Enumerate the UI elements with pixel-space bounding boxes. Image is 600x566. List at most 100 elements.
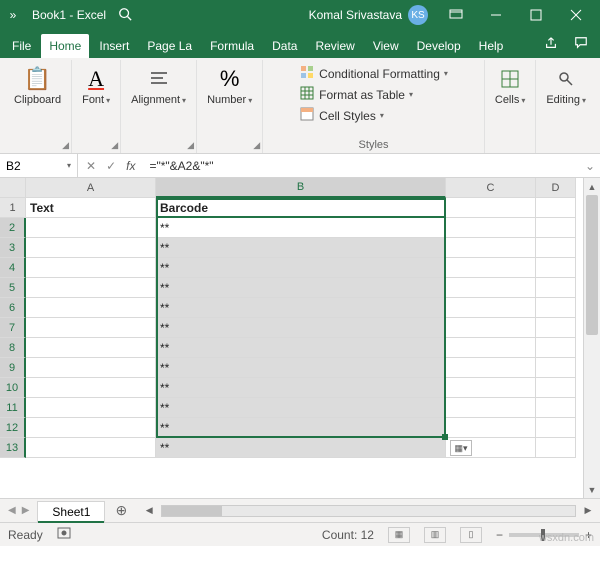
comments-icon[interactable] bbox=[566, 31, 596, 58]
row-header[interactable]: 10 bbox=[0, 378, 26, 398]
close-button[interactable] bbox=[556, 0, 596, 30]
row-header[interactable]: 13 bbox=[0, 438, 26, 458]
sheet-nav-prev-icon[interactable]: ◀ bbox=[8, 505, 16, 516]
tab-page-layout[interactable]: Page La bbox=[139, 34, 200, 58]
cell[interactable]: ** bbox=[156, 438, 446, 458]
cell[interactable]: ** bbox=[156, 258, 446, 278]
cell[interactable] bbox=[446, 238, 536, 258]
maximize-button[interactable] bbox=[516, 0, 556, 30]
cell[interactable]: ** bbox=[156, 378, 446, 398]
cell[interactable] bbox=[446, 358, 536, 378]
cell[interactable] bbox=[536, 238, 576, 258]
cell[interactable] bbox=[536, 338, 576, 358]
cell[interactable] bbox=[536, 318, 576, 338]
search-icon[interactable] bbox=[116, 7, 134, 24]
cell[interactable]: ** bbox=[156, 398, 446, 418]
cell[interactable] bbox=[446, 398, 536, 418]
cell[interactable]: ** bbox=[156, 278, 446, 298]
cell[interactable] bbox=[26, 218, 156, 238]
tab-data[interactable]: Data bbox=[264, 34, 305, 58]
cell[interactable]: ** bbox=[156, 358, 446, 378]
cell[interactable] bbox=[26, 358, 156, 378]
autofill-options-icon[interactable]: ▦▾ bbox=[450, 440, 472, 456]
cell[interactable]: ** bbox=[156, 298, 446, 318]
scroll-up-icon[interactable]: ▲ bbox=[584, 178, 600, 195]
cell[interactable] bbox=[446, 258, 536, 278]
cell[interactable] bbox=[26, 378, 156, 398]
cell[interactable] bbox=[26, 438, 156, 458]
minimize-button[interactable] bbox=[476, 0, 516, 30]
row-header[interactable]: 3 bbox=[0, 238, 26, 258]
macro-record-icon[interactable] bbox=[57, 526, 71, 543]
horizontal-scrollbar[interactable]: ◀ ▶ bbox=[137, 505, 600, 517]
tab-formulas[interactable]: Formula bbox=[202, 34, 262, 58]
quick-access-overflow-icon[interactable]: » bbox=[4, 8, 22, 22]
cancel-formula-icon[interactable]: ✕ bbox=[86, 159, 96, 173]
font-launcher-icon[interactable]: ◢ bbox=[111, 140, 118, 151]
tab-file[interactable]: File bbox=[4, 34, 39, 58]
cell[interactable] bbox=[536, 398, 576, 418]
name-box[interactable]: B2 ▾ bbox=[0, 154, 78, 177]
alignment-launcher-icon[interactable]: ◢ bbox=[187, 140, 194, 151]
row-header[interactable]: 2 bbox=[0, 218, 26, 238]
cell[interactable] bbox=[446, 378, 536, 398]
cell[interactable] bbox=[446, 338, 536, 358]
formula-input[interactable]: ="*"&A2&"*" bbox=[143, 159, 580, 173]
share-icon[interactable] bbox=[536, 31, 566, 58]
scroll-right-icon[interactable]: ▶ bbox=[580, 505, 596, 516]
cell[interactable] bbox=[26, 338, 156, 358]
cell[interactable] bbox=[26, 238, 156, 258]
page-break-view-button[interactable]: ▯ bbox=[460, 527, 482, 543]
column-header-d[interactable]: D bbox=[536, 178, 576, 198]
cell[interactable]: ** bbox=[156, 218, 446, 238]
row-header[interactable]: 5 bbox=[0, 278, 26, 298]
column-header-c[interactable]: C bbox=[446, 178, 536, 198]
font-button[interactable]: A Font▾ bbox=[80, 62, 112, 110]
column-header-b[interactable]: B bbox=[156, 178, 446, 198]
column-header-a[interactable]: A bbox=[26, 178, 156, 198]
row-header[interactable]: 8 bbox=[0, 338, 26, 358]
cell[interactable] bbox=[536, 218, 576, 238]
tab-review[interactable]: Review bbox=[307, 34, 362, 58]
row-header[interactable]: 9 bbox=[0, 358, 26, 378]
conditional-formatting-button[interactable]: Conditional Formatting▾ bbox=[297, 64, 450, 83]
expand-formula-bar-icon[interactable]: ⌄ bbox=[580, 159, 600, 173]
cell[interactable] bbox=[26, 258, 156, 278]
cell[interactable] bbox=[26, 298, 156, 318]
editing-button[interactable]: Editing▾ bbox=[544, 62, 588, 110]
cell[interactable]: ** bbox=[156, 238, 446, 258]
cell[interactable] bbox=[536, 278, 576, 298]
cell[interactable] bbox=[446, 318, 536, 338]
row-header[interactable]: 1 bbox=[0, 198, 26, 218]
tab-view[interactable]: View bbox=[365, 34, 407, 58]
cell[interactable] bbox=[536, 438, 576, 458]
cell[interactable] bbox=[536, 298, 576, 318]
cell[interactable]: ** bbox=[156, 318, 446, 338]
row-header[interactable]: 6 bbox=[0, 298, 26, 318]
alignment-button[interactable]: Alignment▾ bbox=[129, 62, 188, 110]
cell[interactable] bbox=[26, 278, 156, 298]
enter-formula-icon[interactable]: ✓ bbox=[106, 159, 116, 173]
cell[interactable] bbox=[26, 318, 156, 338]
cell[interactable]: ** bbox=[156, 338, 446, 358]
hscroll-thumb[interactable] bbox=[162, 506, 222, 516]
row-header[interactable]: 4 bbox=[0, 258, 26, 278]
tab-help[interactable]: Help bbox=[471, 34, 512, 58]
fx-icon[interactable]: fx bbox=[126, 159, 135, 173]
vscroll-thumb[interactable] bbox=[586, 195, 598, 335]
tab-insert[interactable]: Insert bbox=[91, 34, 137, 58]
zoom-out-button[interactable]: − bbox=[496, 528, 503, 542]
cell[interactable] bbox=[26, 418, 156, 438]
number-launcher-icon[interactable]: ◢ bbox=[253, 140, 260, 151]
cells-button[interactable]: Cells▾ bbox=[493, 62, 527, 110]
fill-handle[interactable] bbox=[442, 434, 448, 440]
row-header[interactable]: 7 bbox=[0, 318, 26, 338]
cell[interactable] bbox=[446, 278, 536, 298]
cell[interactable]: ** bbox=[156, 418, 446, 438]
row-header[interactable]: 11 bbox=[0, 398, 26, 418]
new-sheet-button[interactable]: ⊕ bbox=[105, 502, 137, 519]
tab-home[interactable]: Home bbox=[41, 34, 89, 58]
tab-developer[interactable]: Develop bbox=[409, 34, 469, 58]
cell[interactable] bbox=[446, 198, 536, 218]
scroll-down-icon[interactable]: ▼ bbox=[584, 481, 600, 498]
